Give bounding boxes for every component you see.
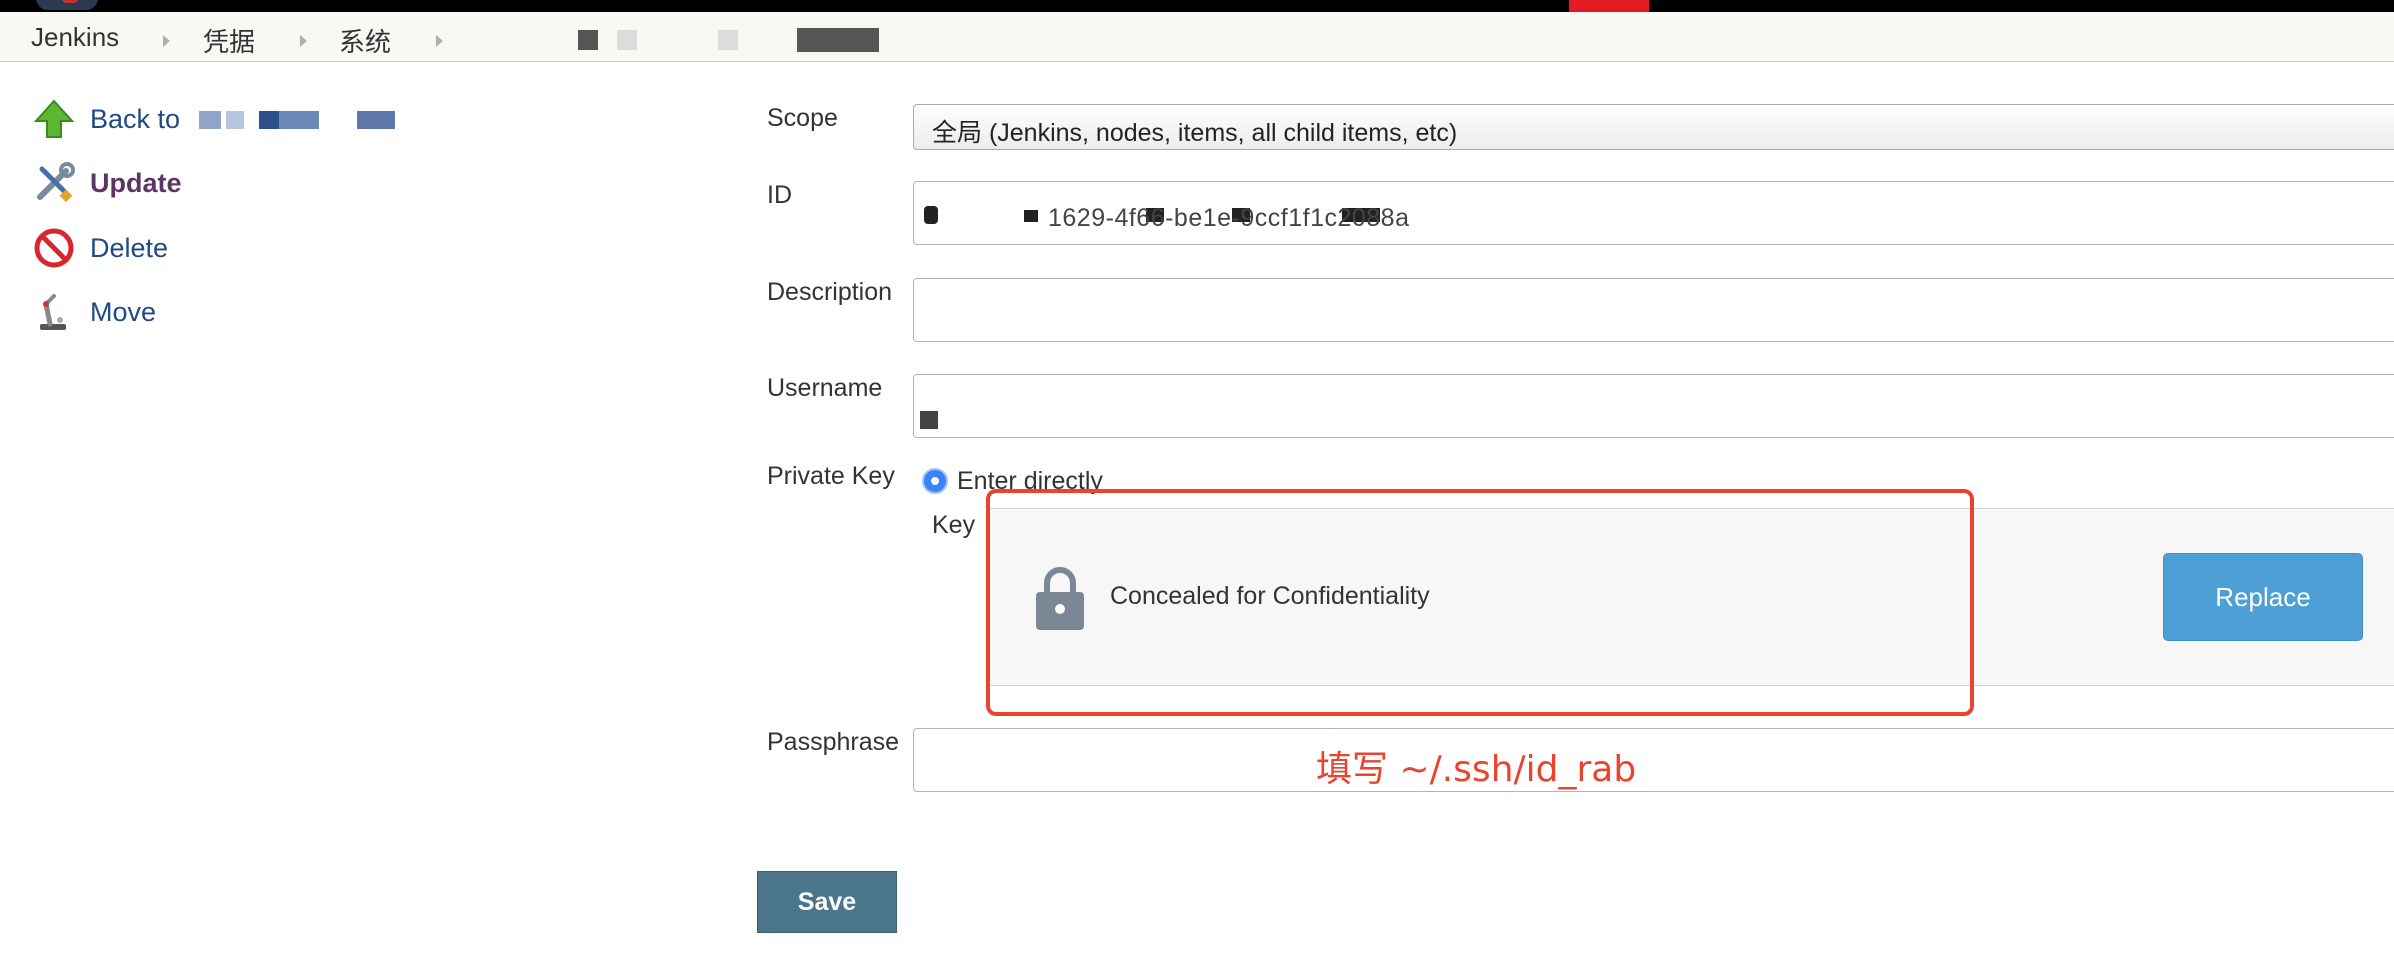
jenkins-logo-icon[interactable]	[36, 0, 98, 10]
breadcrumb-system[interactable]: 系统	[339, 22, 391, 59]
id-label: ID	[767, 181, 792, 209]
redacted-block	[718, 30, 738, 50]
no-entry-icon	[34, 228, 74, 268]
id-input[interactable]: 1629-4f66-be1e-9ccf1f1c2088a	[913, 181, 2394, 245]
redacted-block	[357, 111, 395, 129]
redacted-block	[259, 111, 279, 129]
description-input[interactable]	[913, 278, 2394, 342]
key-label: Key	[932, 511, 976, 539]
header-alert-indicator	[1569, 0, 1649, 12]
enter-directly-radio[interactable]	[922, 468, 948, 494]
save-button[interactable]: Save	[757, 871, 897, 933]
scope-label: Scope	[767, 104, 838, 132]
breadcrumb-jenkins[interactable]: Jenkins	[31, 22, 119, 53]
redacted-block	[578, 30, 598, 50]
redacted-block	[1024, 210, 1038, 222]
username-label: Username	[767, 374, 883, 402]
task-delete-label[interactable]: Delete	[90, 233, 168, 264]
passphrase-input[interactable]	[913, 728, 2394, 792]
annotation-text: 填写 ~/.ssh/id_rab	[1316, 749, 1637, 790]
task-update-label[interactable]: Update	[90, 168, 182, 199]
replace-button[interactable]: Replace	[2163, 553, 2363, 641]
scope-selected-value: 全局 (Jenkins, nodes, items, all child ite…	[932, 119, 1458, 147]
redacted-block	[226, 111, 244, 129]
breadcrumb: Jenkins 凭据 系统	[0, 12, 2394, 62]
wrench-screwdriver-icon	[37, 162, 75, 203]
task-move-label[interactable]: Move	[90, 297, 156, 328]
redacted-block	[279, 111, 319, 129]
scope-select[interactable]: 全局 (Jenkins, nodes, items, all child ite…	[913, 104, 2394, 150]
up-arrow-icon	[33, 99, 75, 138]
redacted-block	[797, 28, 879, 52]
redacted-block	[924, 206, 938, 224]
breadcrumb-arrow-icon[interactable]	[436, 35, 443, 47]
id-value: 1629-4f66-be1e-9ccf1f1c2088a	[1048, 204, 1410, 232]
private-key-label: Private Key	[767, 462, 895, 490]
breadcrumb-arrow-icon[interactable]	[300, 35, 307, 47]
redacted-block	[199, 111, 221, 129]
robot-arm-icon	[40, 294, 66, 330]
breadcrumb-arrow-icon[interactable]	[163, 35, 170, 47]
breadcrumb-credentials[interactable]: 凭据	[203, 22, 255, 59]
top-header	[0, 0, 2394, 12]
redacted-block	[920, 411, 938, 429]
username-input[interactable]	[913, 374, 2394, 438]
redacted-block	[617, 30, 637, 50]
annotation-highlight-box	[986, 489, 1974, 716]
task-back-label[interactable]: Back to	[90, 104, 180, 135]
passphrase-label: Passphrase	[767, 728, 900, 756]
description-label: Description	[767, 278, 893, 306]
